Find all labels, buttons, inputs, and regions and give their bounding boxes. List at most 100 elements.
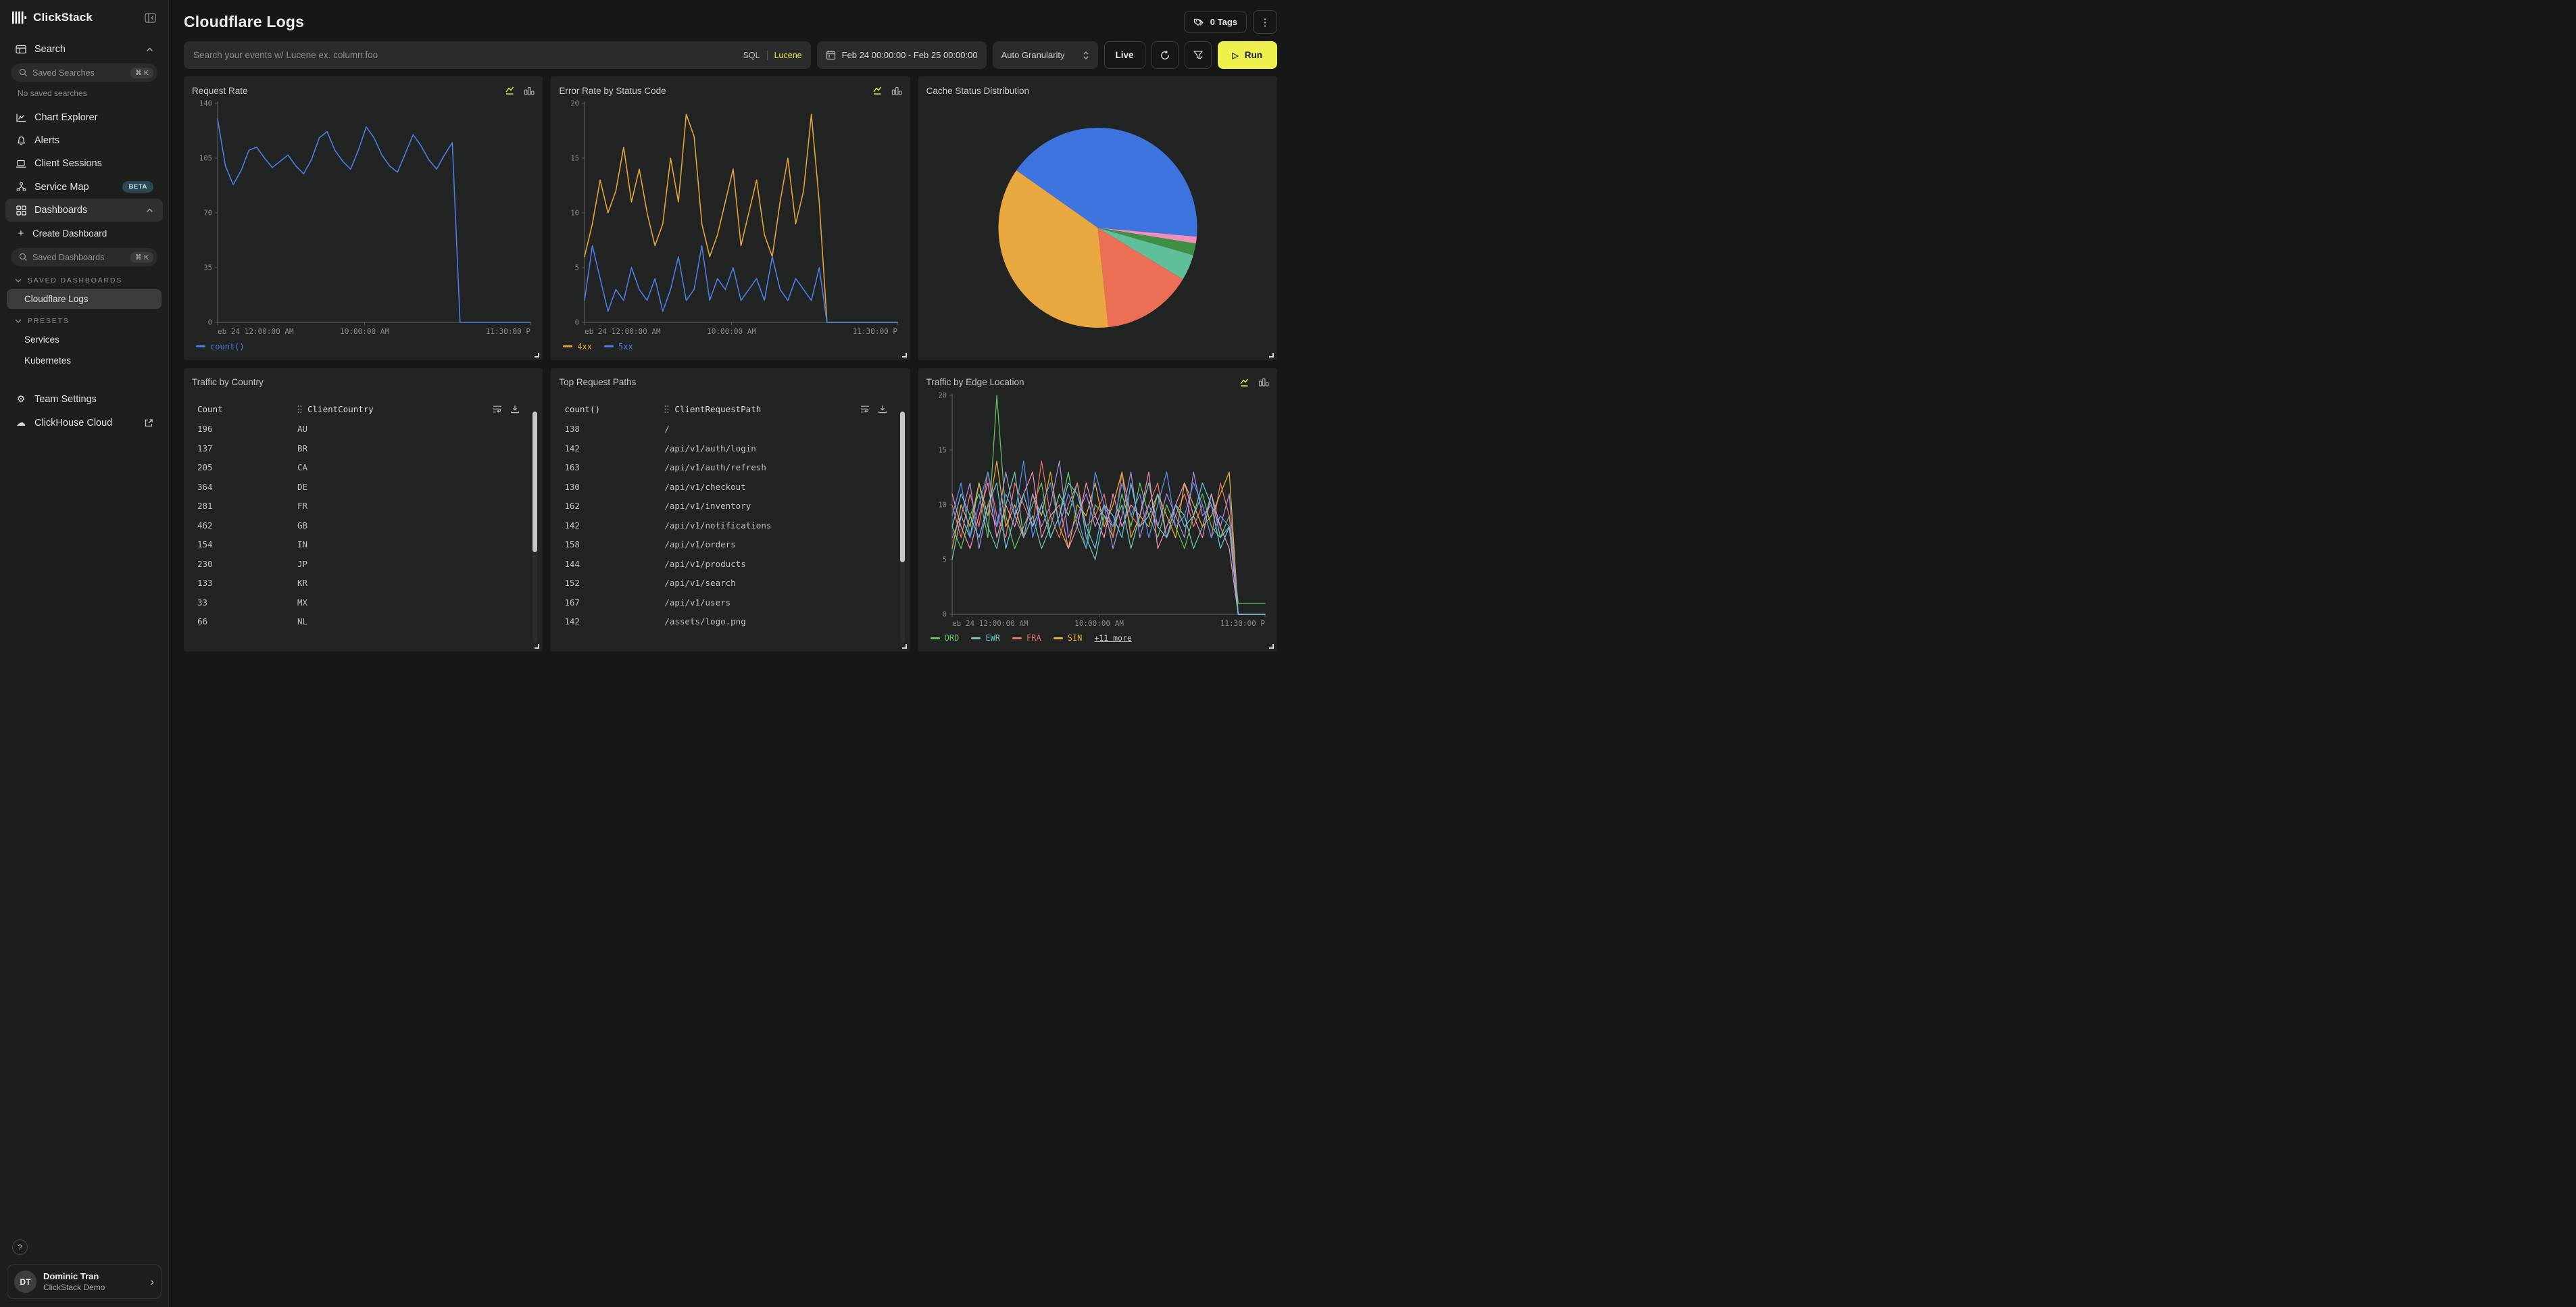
saved-dashboards-section-header[interactable]: SAVED DASHBOARDS <box>5 269 163 289</box>
scrollbar-thumb[interactable] <box>900 412 905 562</box>
live-button[interactable]: Live <box>1104 41 1145 69</box>
section-label: SAVED DASHBOARDS <box>28 276 122 285</box>
table-row[interactable]: 196AU <box>197 420 520 439</box>
table-row[interactable]: 364DE <box>197 477 520 497</box>
scrollbar-thumb[interactable] <box>532 412 537 552</box>
table-row[interactable]: 130/api/v1/checkout <box>564 477 887 497</box>
resize-handle[interactable] <box>902 644 907 649</box>
bar-chart-toggle-icon[interactable] <box>524 86 535 96</box>
legend-item[interactable]: 4xx <box>563 342 592 351</box>
granularity-select[interactable]: Auto Granularity <box>993 41 1098 69</box>
table-row[interactable]: 162/api/v1/inventory <box>564 497 887 516</box>
table-row[interactable]: 66NL <box>197 612 520 632</box>
table-row[interactable]: 152/api/v1/search <box>564 574 887 593</box>
table-row[interactable]: 167/api/v1/users <box>564 593 887 612</box>
sidebar-item-team-settings[interactable]: ⚙ Team Settings <box>5 387 163 411</box>
legend-item[interactable]: ORD <box>931 633 960 643</box>
table-row[interactable]: 33MX <box>197 593 520 612</box>
presets-section-header[interactable]: PRESETS <box>5 310 163 329</box>
saved-searches-input[interactable] <box>32 68 126 78</box>
date-range-button[interactable]: Feb 24 00:00:00 - Feb 25 00:00:00 <box>817 41 987 69</box>
line-chart-svg: 05101520eb 24 12:00:00 AM10:00:00 AM11:3… <box>559 98 901 339</box>
table-header-icons <box>493 405 520 414</box>
table-row[interactable]: 142/assets/logo.png <box>564 612 887 632</box>
sidebar-item-services[interactable]: Services <box>7 330 162 349</box>
traffic-by-country-table[interactable]: CountClientCountry 196AU137BR205CA364DE28… <box>192 399 535 647</box>
cache-status-pie-chart[interactable] <box>926 98 1269 355</box>
collapse-sidebar-button[interactable] <box>145 13 156 23</box>
bar-chart-toggle-icon[interactable] <box>1258 377 1269 387</box>
resize-handle[interactable] <box>902 353 907 357</box>
resize-handle[interactable] <box>535 644 539 649</box>
legend-item[interactable]: 5xx <box>604 342 633 351</box>
error-rate-chart[interactable]: 05101520eb 24 12:00:00 AM10:00:00 AM11:3… <box>559 98 901 339</box>
legend-more-link[interactable]: +11 more <box>1094 633 1131 643</box>
sidebar-item-chart-explorer[interactable]: Chart Explorer <box>5 106 163 129</box>
bar-chart-toggle-icon[interactable] <box>891 86 902 96</box>
resize-handle[interactable] <box>1269 644 1274 649</box>
download-icon[interactable] <box>510 405 520 414</box>
sidebar-item-label: Chart Explorer <box>34 112 97 123</box>
drag-handle-icon[interactable] <box>664 405 669 414</box>
table-scrollbar[interactable] <box>900 412 905 644</box>
more-options-button[interactable]: ⋮ <box>1253 10 1277 34</box>
sidebar-item-cloudflare-logs[interactable]: Cloudflare Logs <box>7 289 162 309</box>
column-header-count[interactable]: count() <box>564 404 664 414</box>
resize-handle[interactable] <box>1269 353 1274 357</box>
user-menu[interactable]: DT Dominic Tran ClickStack Demo › <box>7 1264 162 1299</box>
table-row[interactable]: 142/api/v1/notifications <box>564 516 887 535</box>
sidebar-item-client-sessions[interactable]: Client Sessions <box>5 152 163 175</box>
top-request-paths-table[interactable]: count()ClientRequestPath 138/142/api/v1/a… <box>559 399 901 647</box>
table-row[interactable]: 142/api/v1/auth/login <box>564 439 887 458</box>
resize-handle[interactable] <box>535 353 539 357</box>
download-icon[interactable] <box>878 405 887 414</box>
create-dashboard-button[interactable]: + Create Dashboard <box>5 222 163 245</box>
table-row[interactable]: 158/api/v1/orders <box>564 535 887 555</box>
column-header-count[interactable]: Count <box>197 404 297 414</box>
sql-mode-toggle[interactable]: SQL <box>743 51 767 60</box>
table-row[interactable]: 230JP <box>197 554 520 574</box>
column-header-group[interactable]: ClientCountry <box>297 404 374 414</box>
drag-handle-icon[interactable] <box>297 405 302 414</box>
filter-button[interactable] <box>1185 41 1212 69</box>
lucene-mode-toggle[interactable]: Lucene <box>767 51 802 60</box>
line-chart-toggle-icon[interactable] <box>1239 377 1251 388</box>
refresh-button[interactable] <box>1151 41 1179 69</box>
chevron-up-icon[interactable] <box>146 208 153 213</box>
legend-item[interactable]: FRA <box>1012 633 1041 643</box>
request-rate-chart[interactable]: 03570105140eb 24 12:00:00 AM10:00:00 AM1… <box>192 98 535 339</box>
saved-dashboards-input[interactable] <box>32 253 126 262</box>
table-row[interactable]: 154IN <box>197 535 520 555</box>
sidebar-item-clickhouse-cloud[interactable]: ☁ ClickHouse Cloud <box>5 411 163 435</box>
sidebar-item-search[interactable]: Search <box>5 38 163 61</box>
table-row[interactable]: 133KR <box>197 574 520 593</box>
run-button[interactable]: ▷ Run <box>1218 41 1277 69</box>
legend-dash <box>971 637 981 639</box>
legend-item[interactable]: SIN <box>1054 633 1083 643</box>
sidebar-item-kubernetes[interactable]: Kubernetes <box>7 351 162 370</box>
edge-location-chart[interactable]: 05101520eb 24 12:00:00 AM10:00:00 AM11:3… <box>926 390 1269 631</box>
sidebar-item-service-map[interactable]: Service Map BETA <box>5 175 163 199</box>
column-header-group[interactable]: ClientRequestPath <box>664 404 761 414</box>
wrap-text-icon[interactable] <box>860 405 870 414</box>
table-scrollbar[interactable] <box>532 412 537 644</box>
line-chart-toggle-icon[interactable] <box>872 85 884 96</box>
chevron-up-icon[interactable] <box>146 47 153 52</box>
table-row[interactable]: 205CA <box>197 458 520 478</box>
sidebar-item-dashboards[interactable]: Dashboards <box>5 199 163 222</box>
table-row[interactable]: 144/api/v1/products <box>564 554 887 574</box>
legend-item[interactable]: EWR <box>971 633 1000 643</box>
table-row[interactable]: 462GB <box>197 516 520 535</box>
event-search-input[interactable] <box>184 50 811 60</box>
table-row[interactable]: 163/api/v1/auth/refresh <box>564 458 887 478</box>
table-row[interactable]: 138/ <box>564 420 887 439</box>
wrap-text-icon[interactable] <box>493 405 503 414</box>
table-row[interactable]: 281FR <box>197 497 520 516</box>
tags-button[interactable]: 0 Tags <box>1184 11 1247 33</box>
sidebar-item-alerts[interactable]: Alerts <box>5 129 163 152</box>
line-chart-toggle-icon[interactable] <box>505 85 516 96</box>
legend-dash <box>563 345 572 347</box>
help-button[interactable]: ? <box>12 1239 28 1255</box>
table-row[interactable]: 137BR <box>197 439 520 458</box>
legend-item[interactable]: count() <box>196 342 245 351</box>
